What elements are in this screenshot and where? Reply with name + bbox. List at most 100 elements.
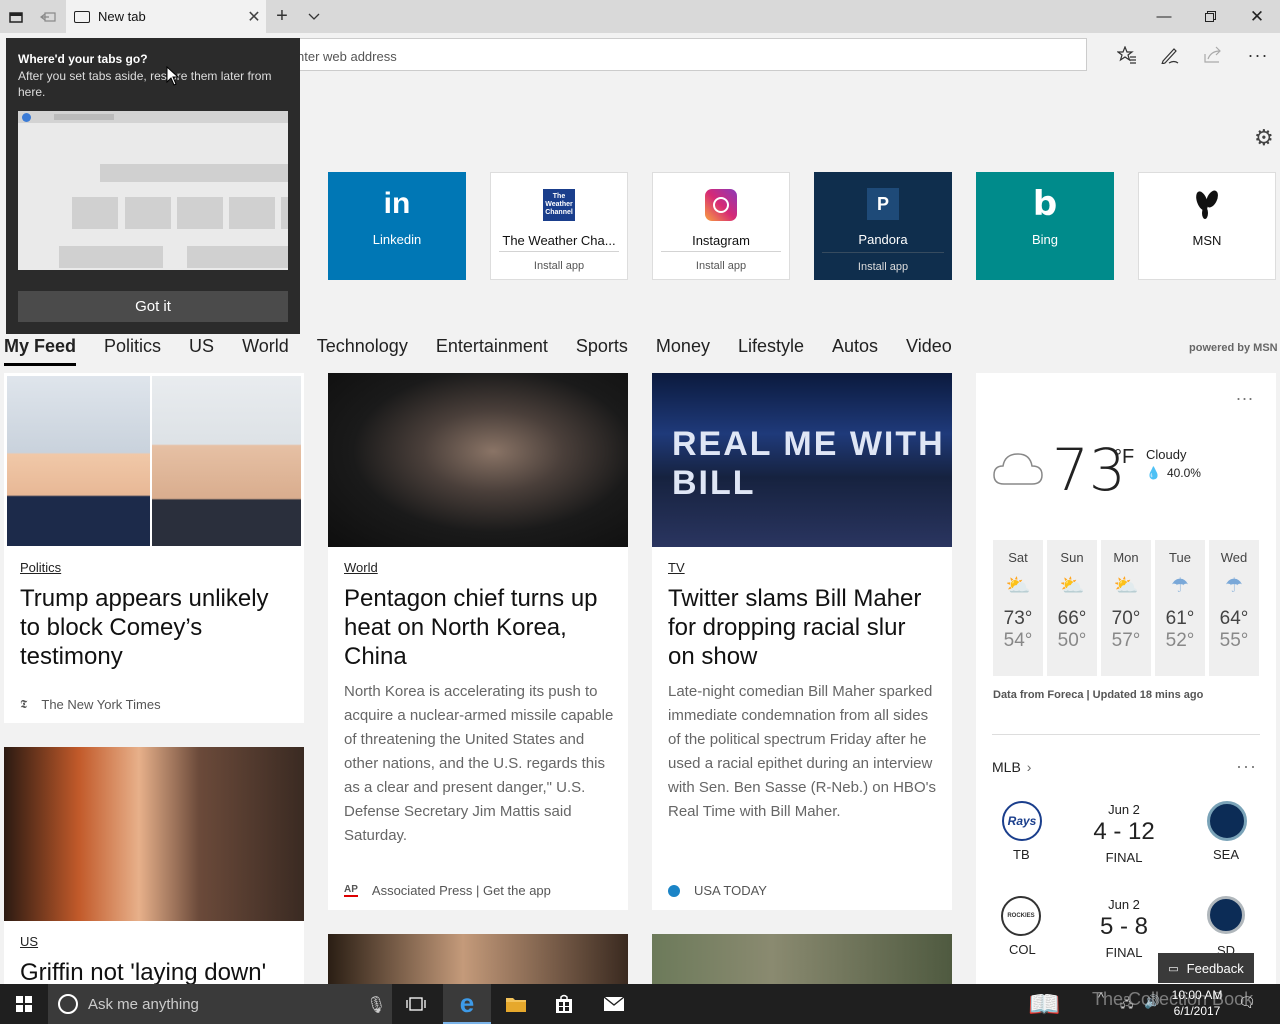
forecast-day-name: Tue — [1169, 550, 1191, 565]
clock[interactable]: 10:00 AM 6/1/2017 — [1166, 987, 1228, 1019]
game-score[interactable]: 5 - 8 — [1083, 913, 1165, 941]
powered-by-msn: powered by MSN — [1189, 342, 1278, 354]
game-date: Jun 2 — [1108, 897, 1140, 912]
game-score[interactable]: 4 - 12 — [1083, 818, 1165, 846]
tab-list-chevron-icon[interactable] — [300, 0, 328, 33]
cloudy-icon — [992, 448, 1044, 493]
nav-world[interactable]: World — [242, 336, 289, 366]
partly-sunny-icon: ⛅ — [1059, 575, 1085, 597]
nav-us[interactable]: US — [189, 336, 214, 366]
top-site-weather-channel[interactable]: The Weather Channel The Weather Cha... I… — [490, 172, 628, 280]
edge-icon[interactable]: e — [443, 984, 491, 1024]
top-site-bing[interactable]: b Bing — [976, 172, 1114, 280]
top-site-pandora[interactable]: P Pandora Install app — [814, 172, 952, 280]
top-site-name: Linkedin — [372, 232, 422, 247]
news-card[interactable]: World Pentagon chief turns up heat on No… — [328, 373, 628, 910]
active-tab[interactable]: New tab ✕ — [66, 0, 266, 33]
restore-icon[interactable] — [1187, 0, 1233, 33]
windows-start-icon[interactable] — [0, 984, 48, 1024]
microphone-icon[interactable]: 🎙 — [366, 995, 386, 1015]
notes-pen-icon[interactable] — [1155, 40, 1185, 70]
nav-money[interactable]: Money — [656, 336, 710, 366]
forecast-low: 50° — [1057, 630, 1087, 651]
forecast-low: 52° — [1165, 630, 1195, 651]
cortana-search-box[interactable]: Ask me anything 🎙 — [48, 984, 392, 1024]
forecast-day-name: Wed — [1220, 550, 1248, 565]
forecast-low: 54° — [1003, 630, 1033, 651]
nav-politics[interactable]: Politics — [104, 336, 161, 366]
news-card[interactable]: Politics Trump appears unlikely to block… — [4, 373, 304, 723]
forecast-day[interactable]: Sun ⛅ 66° 50° — [1047, 540, 1097, 676]
install-app-link[interactable]: Install app — [499, 251, 619, 279]
weather-condition: Cloudy — [1146, 447, 1187, 462]
article-photo[interactable] — [652, 934, 952, 984]
nav-technology[interactable]: Technology — [317, 336, 408, 366]
mlb-more-icon[interactable]: ··· — [1236, 756, 1257, 777]
close-tab-icon[interactable]: ✕ — [242, 7, 266, 27]
get-the-app-link[interactable]: | Get the app — [476, 883, 551, 898]
share-icon[interactable] — [1198, 40, 1228, 70]
divider — [992, 734, 1260, 735]
file-explorer-icon[interactable] — [492, 984, 540, 1024]
install-app-link[interactable]: Install app — [822, 252, 944, 280]
more-icon[interactable]: ··· — [1243, 40, 1273, 70]
close-window-icon[interactable]: ✕ — [1234, 0, 1280, 33]
forecast-high: 61° — [1165, 608, 1195, 629]
nav-entertainment[interactable]: Entertainment — [436, 336, 548, 366]
article-headline[interactable]: Trump appears unlikely to block Comey’s … — [20, 584, 290, 671]
address-bar[interactable]: nter web address — [190, 38, 1087, 71]
minimize-icon[interactable]: — — [1141, 0, 1187, 33]
top-site-instagram[interactable]: Instagram Install app — [652, 172, 790, 280]
news-card[interactable]: REAL ME WITH BILL TV Twitter slams Bill … — [652, 373, 952, 910]
forecast-day[interactable]: Mon ⛅ 70° 57° — [1101, 540, 1151, 676]
article-category[interactable]: World — [344, 560, 378, 575]
nav-lifestyle[interactable]: Lifestyle — [738, 336, 804, 366]
temp-unit[interactable]: °F — [1114, 446, 1134, 469]
article-category[interactable]: TV — [668, 560, 685, 575]
nav-my-feed[interactable]: My Feed — [4, 336, 77, 366]
article-photo: REAL ME WITH BILL — [652, 373, 952, 547]
weather-footer[interactable]: Data from Foreca | Updated 18 mins ago — [993, 689, 1203, 701]
store-icon[interactable] — [540, 984, 588, 1024]
favorites-icon[interactable] — [1112, 40, 1142, 70]
article-headline[interactable]: Pentagon chief turns up heat on North Ko… — [344, 584, 614, 671]
got-it-button[interactable]: Got it — [18, 291, 288, 322]
nav-autos[interactable]: Autos — [832, 336, 878, 366]
forecast-day[interactable]: Sat ⛅ 73° 54° — [993, 540, 1043, 676]
forecast-low: 55° — [1219, 630, 1249, 651]
feedback-button[interactable]: ▭ Feedback — [1158, 953, 1254, 983]
home-team: SEA — [1213, 847, 1240, 862]
popup-heading: Where'd your tabs go? — [18, 52, 148, 66]
forecast-day[interactable]: Tue ☂ 61° 52° — [1155, 540, 1205, 676]
ap-logo-icon: AP — [344, 884, 358, 897]
top-site-name: Pandora — [858, 232, 908, 247]
mlb-header[interactable]: MLB › — [992, 759, 1031, 775]
game-status: FINAL — [1105, 945, 1143, 960]
article-headline[interactable]: Griffin not 'laying down' — [20, 958, 300, 987]
top-site-msn[interactable]: MSN — [1138, 172, 1276, 280]
raindrop-icon: 💧 — [1146, 466, 1161, 480]
tab-preview-icon[interactable] — [2, 0, 30, 33]
news-card[interactable]: US Griffin not 'laying down' — [4, 747, 304, 987]
article-category[interactable]: US — [20, 934, 38, 949]
forecast-high: 66° — [1057, 608, 1087, 629]
task-view-icon[interactable] — [392, 984, 440, 1024]
photo-set-sign: REAL ME WITH BILL — [672, 425, 945, 502]
nav-video[interactable]: Video — [906, 336, 952, 366]
settings-gear-icon[interactable]: ⚙ — [1254, 125, 1274, 151]
mouse-cursor-icon — [166, 66, 180, 86]
install-app-link[interactable]: Install app — [661, 251, 781, 279]
nav-sports[interactable]: Sports — [576, 336, 628, 366]
new-tab-icon[interactable]: + — [268, 0, 296, 33]
article-headline[interactable]: Twitter slams Bill Maher for dropping ra… — [668, 584, 938, 671]
set-aside-tabs-icon[interactable] — [34, 0, 62, 33]
forecast-day[interactable]: Wed ☂ 64° 55° — [1209, 540, 1259, 676]
weather-more-icon[interactable]: ... — [1236, 384, 1254, 405]
article-photo[interactable] — [328, 934, 628, 984]
tab-title: New tab — [98, 9, 146, 24]
source-name: USA TODAY — [694, 883, 767, 898]
top-site-linkedin[interactable]: in Linkedin — [328, 172, 466, 280]
search-placeholder: Ask me anything — [88, 995, 199, 1013]
article-category[interactable]: Politics — [20, 560, 61, 575]
mail-icon[interactable] — [590, 984, 638, 1024]
